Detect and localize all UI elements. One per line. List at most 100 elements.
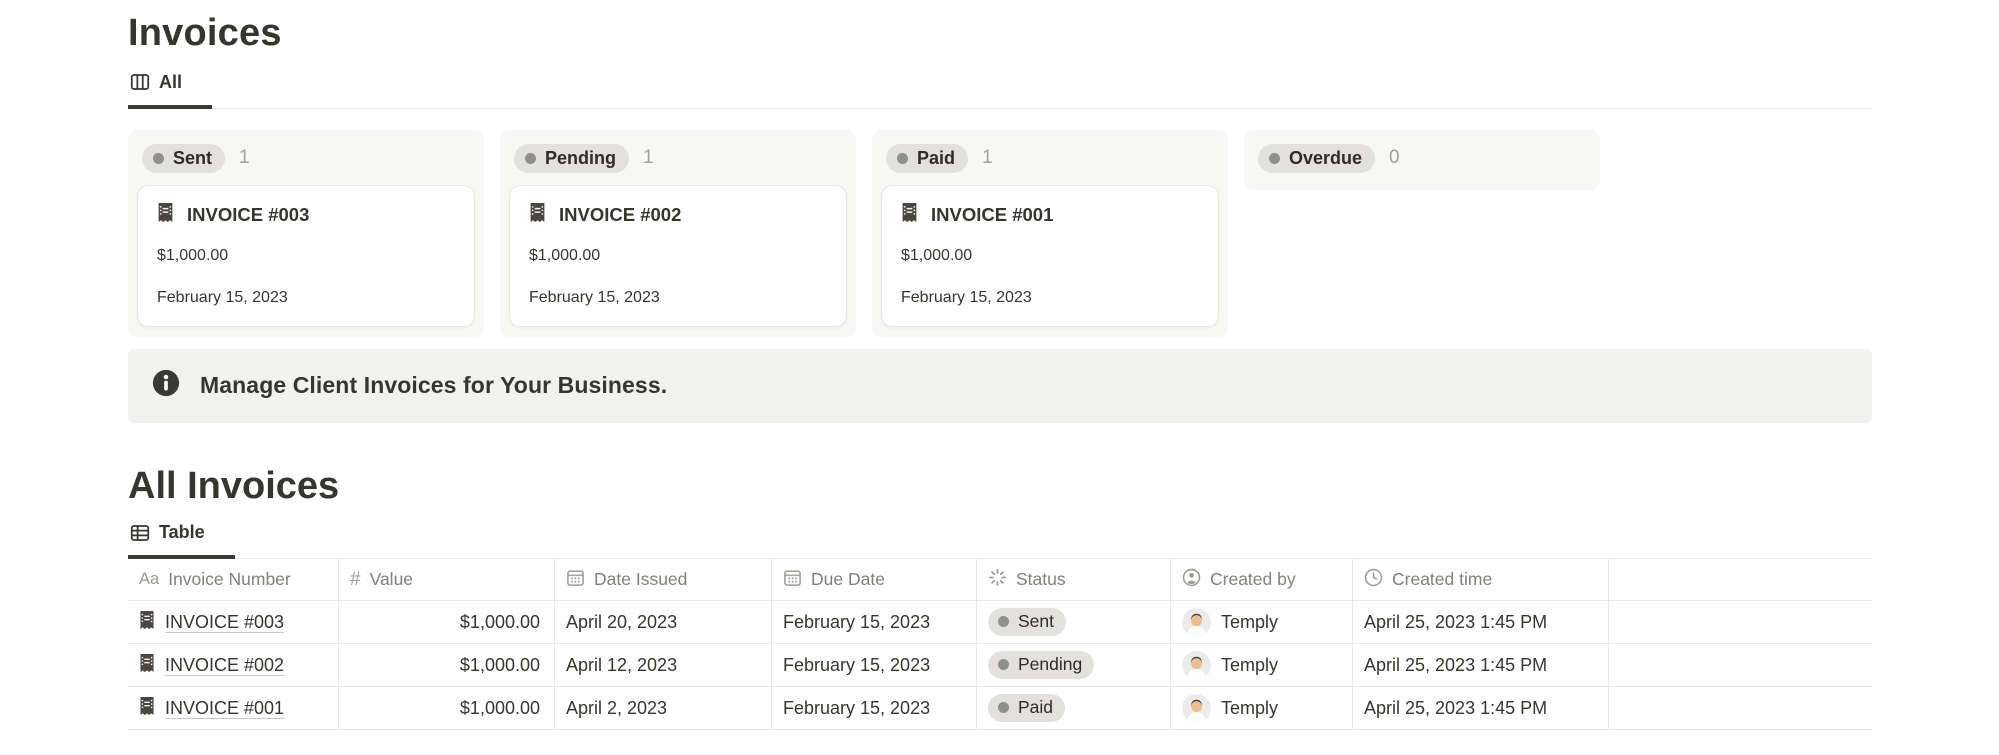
column-header-created-by[interactable]: Created by bbox=[1171, 559, 1353, 600]
text-property-icon: Aa bbox=[139, 570, 159, 589]
invoice-title-link[interactable]: INVOICE #001 bbox=[165, 698, 284, 719]
created-by-name: Temply bbox=[1221, 698, 1278, 719]
card-title[interactable]: INVOICE #002 bbox=[559, 203, 681, 227]
date-issued-cell[interactable]: April 20, 2023 bbox=[555, 601, 772, 643]
receipt-icon bbox=[139, 611, 155, 634]
card-due-date: February 15, 2023 bbox=[529, 288, 827, 307]
column-header-date-issued[interactable]: Date Issued bbox=[555, 559, 772, 600]
status-dot-icon bbox=[897, 153, 908, 164]
tab-all-board-view[interactable]: All bbox=[128, 72, 212, 109]
status-label: Pending bbox=[545, 148, 616, 169]
status-dot-icon bbox=[153, 153, 164, 164]
value-cell[interactable]: $1,000.00 bbox=[339, 601, 555, 643]
column-label: Due Date bbox=[811, 569, 885, 590]
receipt-icon bbox=[139, 654, 155, 677]
status-dot-icon bbox=[998, 659, 1009, 670]
status-badge-pending: Pending bbox=[988, 651, 1094, 679]
created-by-cell[interactable]: Temply bbox=[1171, 687, 1353, 729]
callout-text: Manage Client Invoices for Your Business… bbox=[200, 372, 667, 399]
status-badge-pending[interactable]: Pending bbox=[514, 144, 629, 173]
board-column-overdue: Overdue 0 bbox=[1244, 130, 1600, 190]
status-cell[interactable]: Sent bbox=[977, 601, 1171, 643]
created-by-name: Temply bbox=[1221, 655, 1278, 676]
section-title: All Invoices bbox=[128, 423, 1872, 509]
date-issued-cell[interactable]: April 2, 2023 bbox=[555, 687, 772, 729]
receipt-icon bbox=[139, 697, 155, 720]
clock-icon bbox=[1364, 568, 1383, 592]
receipt-icon bbox=[529, 203, 546, 227]
board-view-icon bbox=[130, 72, 150, 92]
avatar bbox=[1182, 608, 1211, 637]
tab-label: Table bbox=[159, 522, 205, 543]
invoice-title-link[interactable]: INVOICE #003 bbox=[165, 612, 284, 633]
due-date-cell[interactable]: February 15, 2023 bbox=[772, 644, 977, 686]
group-count: 1 bbox=[982, 147, 993, 169]
calendar-icon bbox=[566, 568, 585, 592]
created-by-cell[interactable]: Temply bbox=[1171, 601, 1353, 643]
status-label: Overdue bbox=[1289, 148, 1362, 169]
page: Invoices All Sent 1 bbox=[0, 0, 1999, 730]
table-row: INVOICE #003 $1,000.00 April 20, 2023 Fe… bbox=[128, 601, 1872, 644]
status-badge-overdue[interactable]: Overdue bbox=[1258, 144, 1375, 173]
column-header-empty bbox=[1609, 559, 1872, 600]
created-time-cell[interactable]: April 25, 2023 1:45 PM bbox=[1353, 687, 1609, 729]
invoice-card[interactable]: INVOICE #001 $1,000.00 February 15, 2023 bbox=[881, 185, 1219, 327]
invoice-card[interactable]: INVOICE #002 $1,000.00 February 15, 2023 bbox=[509, 185, 847, 327]
status-cell[interactable]: Paid bbox=[977, 687, 1171, 729]
value-cell[interactable]: $1,000.00 bbox=[339, 687, 555, 729]
empty-cell bbox=[1609, 687, 1872, 729]
tab-label: All bbox=[159, 72, 182, 93]
board-column-sent: Sent 1 INVOICE #003 $1,000.00 February 1… bbox=[128, 130, 484, 337]
created-by-cell[interactable]: Temply bbox=[1171, 644, 1353, 686]
table-row: INVOICE #002 $1,000.00 April 12, 2023 Fe… bbox=[128, 644, 1872, 687]
invoice-card[interactable]: INVOICE #003 $1,000.00 February 15, 2023 bbox=[137, 185, 475, 327]
column-header-value[interactable]: # Value bbox=[339, 559, 555, 600]
invoice-number-cell[interactable]: INVOICE #003 bbox=[128, 601, 339, 643]
calendar-icon bbox=[783, 568, 802, 592]
tab-table-view[interactable]: Table bbox=[128, 522, 235, 559]
card-value: $1,000.00 bbox=[529, 246, 827, 265]
column-label: Created by bbox=[1210, 569, 1296, 590]
status-label: Paid bbox=[1018, 697, 1053, 718]
card-title[interactable]: INVOICE #001 bbox=[931, 203, 1053, 227]
status-badge-paid[interactable]: Paid bbox=[886, 144, 968, 173]
empty-cell bbox=[1609, 601, 1872, 643]
status-label: Paid bbox=[917, 148, 955, 169]
due-date-cell[interactable]: February 15, 2023 bbox=[772, 687, 977, 729]
invoice-board: Sent 1 INVOICE #003 $1,000.00 February 1… bbox=[128, 130, 1872, 337]
board-column-header: Sent 1 bbox=[137, 139, 475, 185]
table-header-row: Aa Invoice Number # Value Date Issued Du… bbox=[128, 559, 1872, 601]
column-label: Status bbox=[1016, 569, 1066, 590]
card-value: $1,000.00 bbox=[901, 246, 1199, 265]
board-column-pending: Pending 1 INVOICE #002 $1,000.00 Februar… bbox=[500, 130, 856, 337]
invoice-number-cell[interactable]: INVOICE #002 bbox=[128, 644, 339, 686]
status-dot-icon bbox=[525, 153, 536, 164]
date-issued-cell[interactable]: April 12, 2023 bbox=[555, 644, 772, 686]
column-header-due-date[interactable]: Due Date bbox=[772, 559, 977, 600]
status-dot-icon bbox=[998, 616, 1009, 627]
invoice-number-cell[interactable]: INVOICE #001 bbox=[128, 687, 339, 729]
status-badge-sent[interactable]: Sent bbox=[142, 144, 225, 173]
group-count: 1 bbox=[239, 147, 250, 169]
board-column-header: Pending 1 bbox=[509, 139, 847, 185]
column-header-invoice-number[interactable]: Aa Invoice Number bbox=[128, 559, 339, 600]
value-cell[interactable]: $1,000.00 bbox=[339, 644, 555, 686]
status-badge-paid: Paid bbox=[988, 694, 1065, 722]
status-cell[interactable]: Pending bbox=[977, 644, 1171, 686]
invoices-table: Aa Invoice Number # Value Date Issued Du… bbox=[128, 559, 1872, 730]
card-due-date: February 15, 2023 bbox=[157, 288, 455, 307]
column-header-status[interactable]: Status bbox=[977, 559, 1171, 600]
column-header-created-time[interactable]: Created time bbox=[1353, 559, 1609, 600]
due-date-cell[interactable]: February 15, 2023 bbox=[772, 601, 977, 643]
table-view-icon bbox=[130, 523, 150, 543]
column-label: Invoice Number bbox=[168, 569, 291, 590]
info-icon bbox=[152, 369, 180, 402]
status-label: Sent bbox=[173, 148, 212, 169]
status-dot-icon bbox=[1269, 153, 1280, 164]
board-view-tabbar: All bbox=[128, 72, 1872, 109]
status-badge-sent: Sent bbox=[988, 608, 1066, 636]
invoice-title-link[interactable]: INVOICE #002 bbox=[165, 655, 284, 676]
card-title[interactable]: INVOICE #003 bbox=[187, 203, 309, 227]
created-time-cell[interactable]: April 25, 2023 1:45 PM bbox=[1353, 644, 1609, 686]
created-time-cell[interactable]: April 25, 2023 1:45 PM bbox=[1353, 601, 1609, 643]
